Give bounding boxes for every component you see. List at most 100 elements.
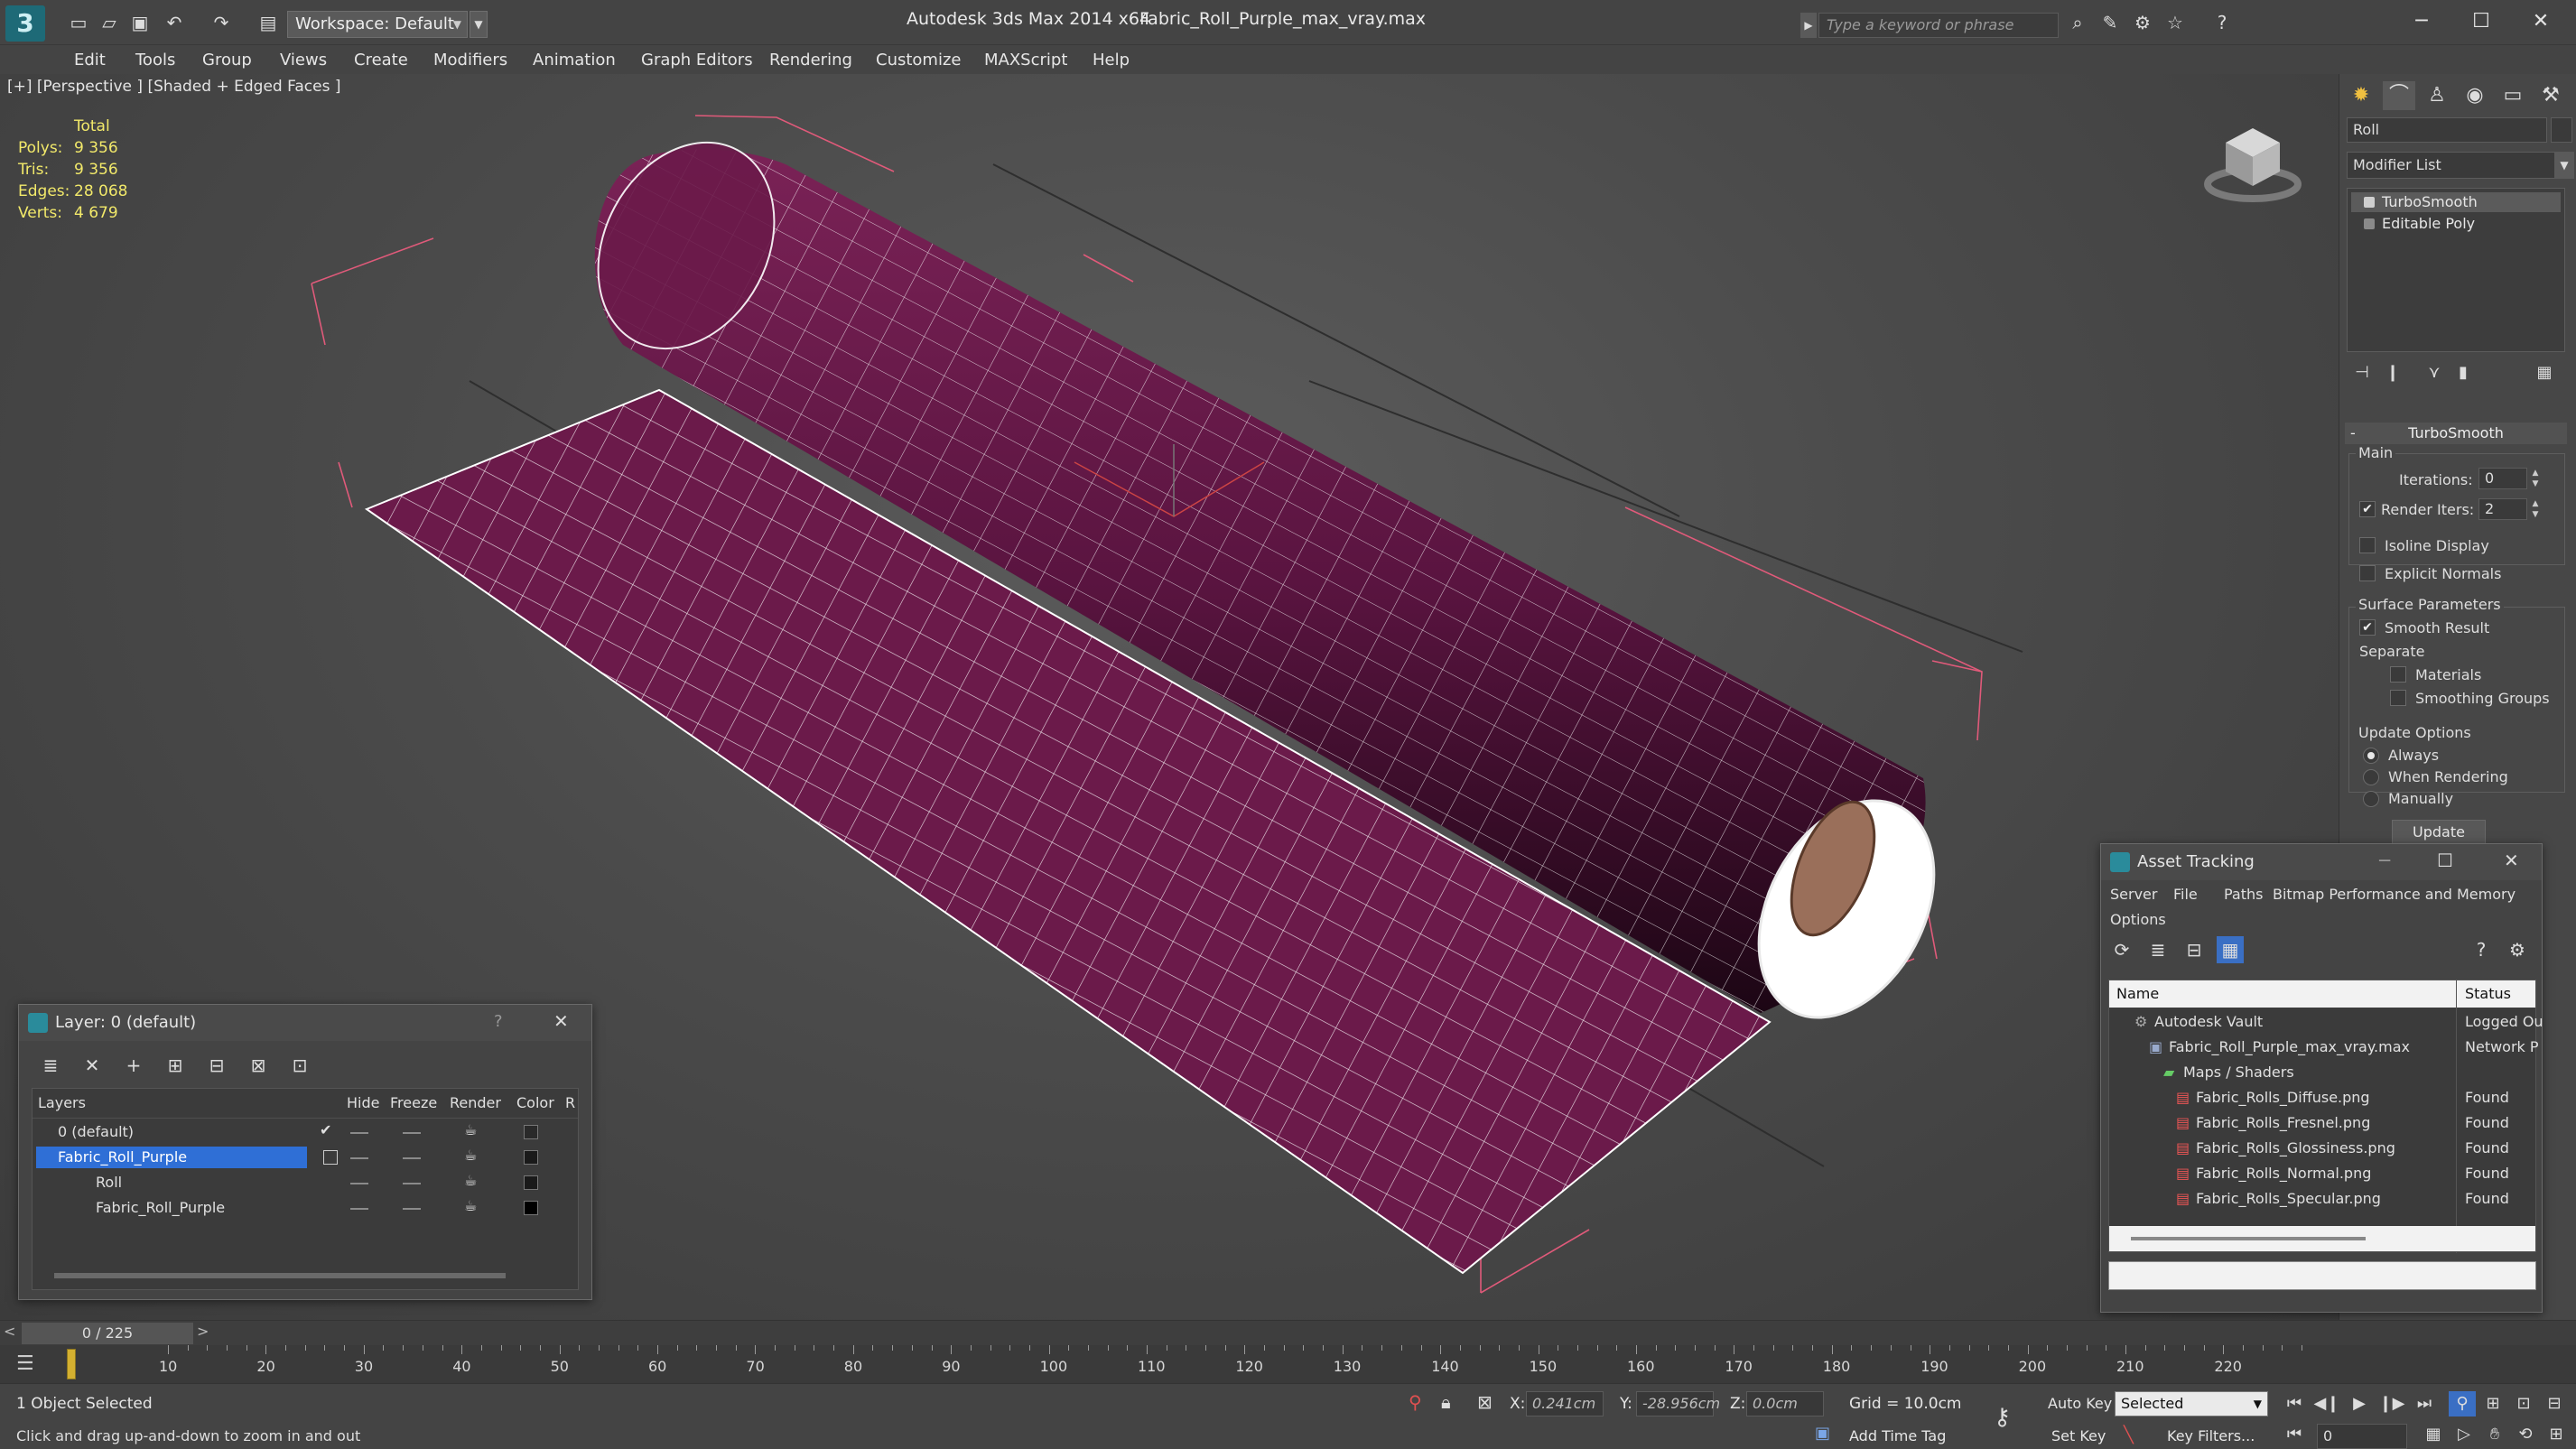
table-row[interactable]: ⚙ Autodesk Vault Logged Ou <box>2109 1009 2543 1035</box>
key-icon[interactable]: ⚷ <box>1994 1404 2011 1431</box>
motion-tab-icon[interactable]: ◉ <box>2459 81 2491 110</box>
col-layers[interactable]: Layers <box>38 1094 86 1111</box>
menu-modifiers[interactable]: Modifiers <box>433 51 507 70</box>
layer-help-button[interactable]: ? <box>494 1012 503 1031</box>
render-teapot-icon[interactable]: ☕ <box>464 1121 477 1138</box>
isolate-selection-icon[interactable]: ⚲ <box>1409 1391 1422 1413</box>
pan-view-icon[interactable]: ✋︎ <box>2481 1422 2508 1447</box>
menu-help[interactable]: Help <box>1093 51 1130 70</box>
timeline-ruler[interactable]: 10 20 30 40 50 60 70 80 90 100 110 120 130 140 150 160 1… <box>67 1345 2303 1383</box>
workspace-dropdown[interactable]: Workspace: Default ▼ <box>287 11 468 38</box>
layer-select-box[interactable] <box>323 1150 338 1165</box>
layer-color-swatch[interactable] <box>524 1125 538 1139</box>
stack-item-turbosmooth[interactable]: TurboSmooth <box>2351 192 2561 212</box>
add-time-tag[interactable]: Add Time Tag <box>1849 1427 1946 1444</box>
list-view-icon[interactable]: ≣ <box>2144 936 2171 963</box>
asset-menu-server[interactable]: Server <box>2110 886 2157 903</box>
horizontal-scrollbar[interactable] <box>2109 1226 2535 1251</box>
turbosmooth-rollout-header[interactable]: - TurboSmooth <box>2345 423 2567 444</box>
update-manually-radio[interactable] <box>2363 791 2379 807</box>
go-to-start-icon[interactable]: ⏮ <box>2281 1391 2308 1416</box>
communication-center-icon[interactable]: ✎ <box>2098 13 2122 33</box>
frame-counter[interactable]: 0 / 225 <box>22 1323 193 1344</box>
horizontal-scrollbar[interactable] <box>54 1273 506 1278</box>
next-key-icon[interactable]: ❙▶ <box>2378 1391 2405 1416</box>
object-color-swatch[interactable] <box>2551 117 2572 143</box>
col-name[interactable]: Name <box>2116 985 2159 1002</box>
menu-views[interactable]: Views <box>280 51 327 70</box>
asset-help-icon[interactable]: ? <box>2468 936 2495 963</box>
menu-customize[interactable]: Customize <box>876 51 961 70</box>
freeze-toggle[interactable] <box>403 1208 421 1210</box>
col-freeze[interactable]: Freeze <box>390 1094 437 1111</box>
hide-toggle[interactable] <box>350 1183 368 1184</box>
render-teapot-icon[interactable]: ☕ <box>464 1172 477 1189</box>
viewcube-icon[interactable] <box>2194 110 2311 209</box>
object-name-field[interactable]: Roll <box>2347 117 2547 143</box>
asset-settings-icon[interactable]: ⚙ <box>2504 936 2531 963</box>
table-row[interactable]: ▤ Fabric_Rolls_Normal.png Found <box>2109 1161 2535 1186</box>
app-logo-icon[interactable]: 3 <box>5 5 45 42</box>
update-when-rendering-radio[interactable] <box>2363 769 2379 785</box>
show-end-result-icon[interactable]: ❙ <box>2381 361 2404 385</box>
set-key-button[interactable]: Set Key <box>2051 1427 2106 1444</box>
auto-key-button[interactable]: Auto Key <box>2048 1395 2112 1412</box>
z-coordinate-field[interactable]: 0.0cm <box>1746 1391 1824 1416</box>
redo-icon[interactable]: ↷ <box>209 13 233 33</box>
absolute-mode-icon[interactable]: ⊠ <box>1477 1391 1493 1413</box>
search-expand-button[interactable]: ▶ <box>1800 13 1817 38</box>
zoom-extents-icon[interactable]: ⊡ <box>2510 1391 2537 1416</box>
menu-tools[interactable]: Tools <box>135 51 175 70</box>
zoom-extents-all-icon[interactable]: ⊟ <box>2541 1391 2568 1416</box>
previous-frame-icon[interactable]: < <box>4 1323 15 1340</box>
viewport-label[interactable]: [+] [Perspective ] [Shaded + Edged Faces… <box>7 78 340 96</box>
subscription-icon[interactable]: ⚙ <box>2131 13 2154 33</box>
highlight-layer-icon[interactable]: ⊟ <box>203 1052 230 1079</box>
create-layer-icon[interactable]: ≣ <box>37 1052 64 1079</box>
hide-toggle[interactable] <box>350 1208 368 1210</box>
layer-color-swatch[interactable] <box>524 1201 538 1215</box>
close-button[interactable]: ✕ <box>2514 5 2568 38</box>
save-icon[interactable]: ▣ <box>128 13 152 33</box>
previous-key-icon[interactable]: ◀❙ <box>2313 1391 2340 1416</box>
orbit-icon[interactable]: ⟲ <box>2512 1422 2539 1447</box>
table-row[interactable]: Fabric_Roll_Purple ☕ <box>33 1195 578 1221</box>
zoom-icon[interactable]: ⚲ <box>2449 1391 2476 1416</box>
configure-modifier-sets-icon[interactable]: ▦ <box>2533 361 2556 385</box>
col-color[interactable]: Color <box>516 1094 554 1111</box>
table-row[interactable]: Roll ☕ <box>33 1170 578 1195</box>
asset-maximize-button[interactable]: ☐ <box>2437 850 2453 871</box>
table-row[interactable]: ▤ Fabric_Rolls_Glossiness.png Found <box>2109 1136 2535 1161</box>
asset-menu-options[interactable]: Options <box>2110 911 2166 928</box>
help-icon[interactable]: ? <box>2210 13 2234 33</box>
render-iters-checkbox[interactable]: ✔ <box>2359 501 2376 517</box>
track-bar[interactable]: ☰ 10 20 30 40 50 60 70 80 90 100 110 120 130 140 150 16… <box>0 1345 2576 1383</box>
layer-close-button[interactable]: ✕ <box>553 1010 569 1032</box>
layer-window-titlebar[interactable]: Layer: 0 (default) ? ✕ <box>19 1005 591 1041</box>
modifier-list-dropdown[interactable]: Modifier List <box>2347 152 2556 179</box>
mini-curve-editor-icon[interactable]: ☰ <box>16 1352 34 1375</box>
asset-path-field[interactable] <box>2108 1261 2536 1290</box>
freeze-toggle[interactable] <box>403 1157 421 1159</box>
lightbulb-icon[interactable] <box>2364 197 2375 208</box>
refresh-icon[interactable]: ⟳ <box>2108 936 2135 963</box>
default-in-out-icon[interactable]: ╲ <box>2124 1426 2134 1444</box>
select-objects-icon[interactable]: ⊞ <box>162 1052 189 1079</box>
table-view-icon[interactable]: ▦ <box>2217 936 2244 963</box>
maximize-viewport-icon[interactable]: ⊞ <box>2543 1422 2570 1447</box>
asset-close-button[interactable]: ✕ <box>2504 850 2519 871</box>
col-hide[interactable]: Hide <box>347 1094 379 1111</box>
pin-stack-icon[interactable]: ⊣ <box>2350 361 2374 385</box>
menu-create[interactable]: Create <box>354 51 408 70</box>
menu-group[interactable]: Group <box>202 51 252 70</box>
remove-modifier-icon[interactable]: ▮ <box>2451 361 2475 385</box>
menu-rendering[interactable]: Rendering <box>769 51 852 70</box>
asset-menu-bitmap-performance[interactable]: Bitmap Performance and Memory <box>2273 886 2516 903</box>
delete-layer-icon[interactable]: ✕ <box>79 1052 106 1079</box>
isoline-display-checkbox[interactable] <box>2359 537 2376 553</box>
maximize-button[interactable]: ☐ <box>2454 5 2508 38</box>
render-teapot-icon[interactable]: ☕ <box>464 1197 477 1214</box>
table-row[interactable]: ▰ Maps / Shaders <box>2109 1060 2535 1085</box>
hide-toggle[interactable] <box>350 1132 368 1134</box>
col-render[interactable]: Render <box>450 1094 501 1111</box>
